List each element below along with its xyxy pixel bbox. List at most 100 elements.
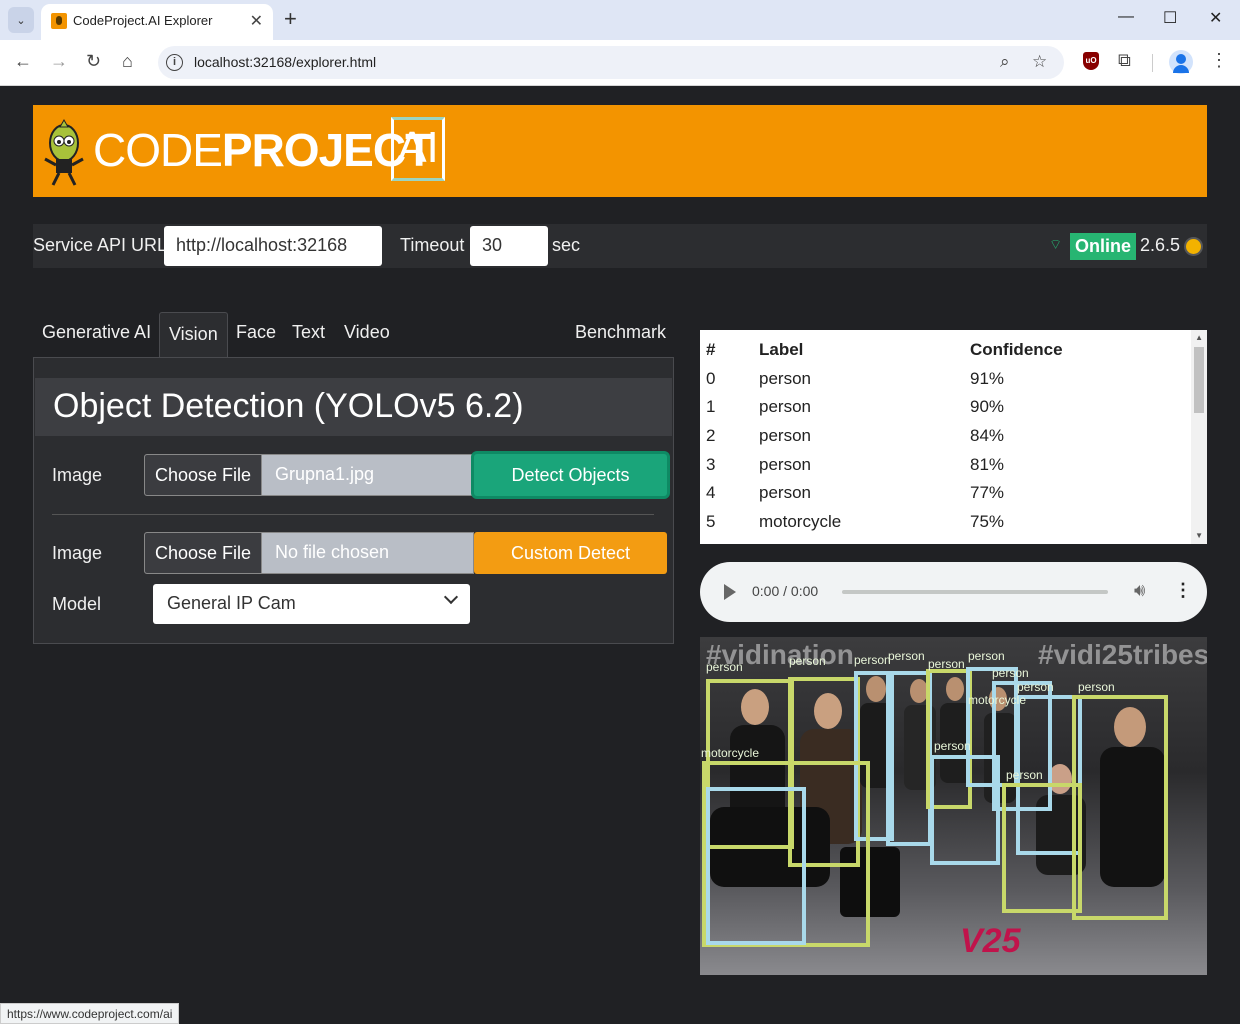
detection-box-label: person [928, 657, 965, 671]
v25-brand-logo: V25 [960, 922, 1021, 960]
api-url-label: Service API URL [33, 235, 168, 255]
row-label: person [759, 426, 811, 445]
scroll-down-arrow-icon[interactable]: ▼ [1195, 531, 1203, 540]
tab-search-icon[interactable]: ⌄ [8, 7, 34, 33]
new-tab-icon[interactable]: + [284, 6, 297, 32]
col-confidence-header: Confidence [970, 340, 1063, 359]
volume-icon[interactable]: 🔊︎ [1134, 580, 1145, 601]
image-file-input-2[interactable]: Choose File No file chosen [144, 532, 474, 574]
detection-box-label: motorcycle [701, 746, 760, 760]
row-confidence: 90% [970, 397, 1005, 416]
tab-video[interactable]: Video [344, 322, 390, 343]
settings-bar: Service API URL http://localhost:32168 T… [33, 224, 1207, 268]
row-index: 0 [706, 369, 716, 388]
toolbar-divider [1152, 54, 1153, 72]
timeout-input[interactable]: 30 [470, 226, 548, 266]
audio-player: 0:00 / 0:00 🔊︎ ⋮ [700, 562, 1207, 622]
image-file-input-1[interactable]: Choose File Grupna1.jpg [144, 454, 474, 496]
api-url-input[interactable]: http://localhost:32168 [164, 226, 382, 266]
detection-result-image: #vidination #vidi25tribes person person … [700, 637, 1207, 975]
model-select-value: General IP Cam [167, 593, 296, 613]
tab-text[interactable]: Text [292, 322, 325, 343]
results-scrollbar[interactable]: ▲ ▼ [1191, 330, 1207, 544]
status-badge: Online [1070, 233, 1137, 260]
chosen-file-name-1: Grupna1.jpg [275, 464, 375, 484]
row-label: motorcycle [759, 512, 842, 531]
results-table[interactable]: # Label Confidence 0 person 91% 1 person… [700, 330, 1207, 544]
audio-progress-bar[interactable] [842, 590, 1108, 594]
detection-box-label: person [934, 739, 971, 753]
play-icon[interactable] [724, 584, 736, 600]
row-confidence: 75% [970, 512, 1005, 531]
tab-vision[interactable]: Vision [159, 312, 228, 358]
extensions-puzzle-icon[interactable]: ⧉ [1118, 50, 1131, 71]
row-label: person [759, 483, 811, 502]
browser-menu-icon[interactable]: ⋮ [1210, 50, 1228, 71]
codeproject-favicon-icon [51, 13, 67, 29]
choose-file-button-2[interactable]: Choose File [145, 533, 262, 573]
table-row: 2 person 84% [700, 420, 1190, 448]
tab-benchmark[interactable]: Benchmark [575, 322, 666, 343]
chosen-file-name-2: No file chosen [275, 542, 390, 562]
wifi-icon: ⌔ [1049, 236, 1063, 252]
image-label-1: Image [52, 465, 103, 485]
maximize-icon[interactable]: ☐ [1163, 8, 1177, 28]
reload-icon[interactable]: ↻ [86, 51, 101, 72]
address-url[interactable]: localhost:32168/explorer.html [194, 54, 376, 70]
close-tab-icon[interactable]: ✕ [250, 11, 263, 31]
tab-generative-ai[interactable]: Generative AI [42, 322, 151, 343]
server-version: 2.6.5 [1140, 235, 1181, 255]
bookmark-star-icon[interactable]: ☆ [1032, 52, 1047, 72]
site-info-icon[interactable]: i [166, 54, 183, 71]
choose-file-button-1[interactable]: Choose File [145, 455, 262, 495]
custom-detect-button[interactable]: Custom Detect [474, 532, 667, 574]
detection-box-label: person [888, 649, 925, 663]
minimize-icon[interactable]: — [1118, 8, 1134, 26]
table-row: 5 motorcycle 75% [700, 506, 1190, 534]
ublock-extension-icon[interactable]: uO [1083, 52, 1099, 70]
module-tabs: Generative AI Vision Face Text Video Ben… [33, 312, 673, 358]
row-confidence: 84% [970, 426, 1005, 445]
scroll-up-arrow-icon[interactable]: ▲ [1195, 333, 1203, 342]
col-label-header: Label [759, 340, 804, 359]
detection-box-label: person [1078, 680, 1115, 694]
object-detection-panel: Object Detection (YOLOv5 6.2) Image Choo… [33, 357, 674, 644]
tab-face[interactable]: Face [236, 322, 276, 343]
detection-box [1002, 783, 1082, 913]
zoom-icon[interactable]: ⌕ [1000, 52, 1010, 72]
row-label: person [759, 369, 811, 388]
image-label-2: Image [52, 543, 103, 563]
home-icon[interactable]: ⌂ [122, 51, 133, 72]
table-row: 4 person 77% [700, 477, 1190, 505]
detect-objects-button[interactable]: Detect Objects [474, 454, 667, 496]
table-row: 3 person 81% [700, 449, 1190, 477]
row-index: 5 [706, 512, 716, 531]
row-index: 1 [706, 397, 716, 416]
profile-avatar-icon[interactable] [1169, 50, 1193, 74]
back-icon[interactable]: ← [14, 51, 32, 72]
theme-sun-icon[interactable] [1186, 239, 1201, 254]
model-select[interactable]: General IP Cam [153, 584, 470, 624]
chevron-down-icon [443, 589, 459, 605]
link-status-bar: https://www.codeproject.com/ai [0, 1003, 180, 1024]
browser-tab[interactable]: CodeProject.AI Explorer ✕ [41, 4, 273, 40]
logo-ai: AI [391, 117, 445, 181]
detection-box [1072, 695, 1168, 920]
bob-mascot-icon [44, 118, 84, 186]
row-confidence: 81% [970, 455, 1005, 474]
table-row: 0 person 91% [700, 363, 1190, 391]
detection-box-label: person [854, 653, 891, 667]
row-index: 4 [706, 483, 716, 502]
audio-time: 0:00 / 0:00 [752, 583, 819, 599]
scrollbar-thumb[interactable] [1194, 347, 1204, 413]
close-window-icon[interactable]: ✕ [1209, 8, 1222, 28]
detection-box-label: person [1017, 680, 1054, 694]
forward-icon[interactable]: → [50, 51, 68, 72]
row-label: person [759, 397, 811, 416]
more-options-icon[interactable]: ⋮ [1174, 580, 1192, 601]
address-bar[interactable]: i localhost:32168/explorer.html ⌕ ☆ [158, 46, 1064, 79]
logo-wordmark: CODEPROJECT [93, 124, 433, 176]
col-index-header: # [706, 340, 716, 359]
results-header-row: # Label Confidence [700, 334, 1190, 362]
panel-title: Object Detection (YOLOv5 6.2) [53, 387, 524, 425]
